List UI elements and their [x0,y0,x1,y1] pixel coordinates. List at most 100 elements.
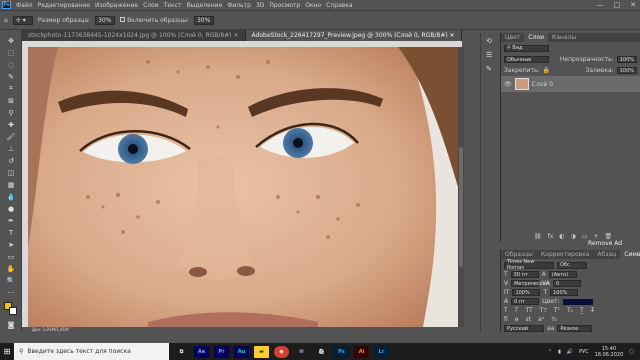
tab-close-icon[interactable]: ✕ [234,32,239,39]
after-effects-icon[interactable]: Ae [194,345,209,358]
text-color-swatch[interactable] [562,298,593,305]
home-icon[interactable]: ⌂ [4,17,8,24]
document-canvas[interactable] [28,47,458,327]
baseline-input[interactable]: 0 пт [511,298,540,305]
all-caps-icon[interactable]: TT [525,307,532,314]
menu-3d[interactable]: 3D [256,2,264,9]
font-family-select[interactable]: Times New Roman [504,259,554,271]
healing-brush-tool-icon[interactable]: ✚ [4,120,18,129]
tab-close-icon[interactable]: ✕ [450,32,455,39]
overlay-label[interactable]: Включить образцы: [120,16,189,24]
task-view-icon[interactable]: ⧉ [174,346,189,358]
close-button[interactable]: ✕ [630,1,636,9]
marquee-tool-icon[interactable]: ⬚ [4,48,18,57]
delete-layer-icon[interactable]: 🗑 [605,233,613,240]
antialias-select[interactable]: Резкое [557,325,593,332]
menu-layers[interactable]: Слои [143,2,159,9]
language-select[interactable]: Русский [504,325,544,332]
network-icon[interactable]: ▮ [558,349,561,355]
faux-bold-icon[interactable]: T [504,307,508,314]
tab-adjustments[interactable]: Корректировка [537,250,594,259]
windows-start-icon[interactable]: ⊞ [0,343,14,360]
mask-icon[interactable]: ◐ [559,233,564,240]
tab-channels[interactable]: Каналы [548,33,580,42]
kerning-select[interactable]: Метрическая [511,280,549,287]
menu-file[interactable]: Файл [16,2,33,9]
maximize-button[interactable]: □ [614,1,621,9]
leading-input[interactable]: (Авто) [548,271,577,278]
quick-select-tool-icon[interactable]: ✎ [4,72,18,81]
chrome-icon[interactable]: ◉ [274,345,289,358]
scrollbar-thumb[interactable] [459,147,463,267]
more-tools-icon[interactable]: ··· [4,288,18,297]
crop-tool-icon[interactable]: ⌗ [4,84,18,93]
path-select-tool-icon[interactable]: ➤ [4,240,18,249]
ordinals-icon[interactable]: aᵃ [538,316,544,323]
faux-italic-icon[interactable]: 𝑇 [515,307,519,315]
layer-row[interactable]: 👁 Слой 0 [501,76,640,92]
menu-help[interactable]: Справка [326,2,352,9]
photoshop-taskbar-icon[interactable]: Ps [334,345,349,358]
move-tool-icon[interactable]: ✥ [4,36,18,45]
menu-window[interactable]: Окно [305,2,321,9]
properties-panel-icon[interactable]: ☰ [486,51,492,59]
vertical-scrollbar[interactable] [458,47,464,327]
taskbar-search[interactable]: ⚲ Введите здесь текст для поиска [14,343,169,360]
gradient-tool-icon[interactable]: ▦ [4,180,18,189]
document-tab[interactable]: stockphoto-1173638445-1024x1024.jpg @ 10… [22,30,246,41]
ligatures-icon[interactable]: fi [504,316,508,323]
tab-paragraph[interactable]: Абзац [594,250,621,259]
quick-mask-icon[interactable]: ◙ [4,320,18,329]
minimize-button[interactable]: — [597,1,604,9]
swash-icon[interactable]: st [525,316,530,323]
menu-type[interactable]: Текст [164,2,182,9]
brush-settings-icon[interactable]: ✎ [486,65,492,73]
brush-tool-icon[interactable]: 🖌 [4,132,18,141]
zoom-tool-icon[interactable]: 🔍 [4,276,18,285]
shape-tool-icon[interactable]: ▭ [4,252,18,261]
hand-tool-icon[interactable]: ✋ [4,264,18,273]
illustrator-icon[interactable]: Ai [354,345,369,358]
tab-character[interactable]: Символ [620,250,640,259]
menu-select[interactable]: Выделение [186,2,222,9]
background-color-swatch[interactable] [9,307,17,315]
layer-filter-select[interactable]: ⚲ Вид [504,44,549,52]
visibility-eye-icon[interactable]: 👁 [504,81,512,88]
frame-tool-icon[interactable]: ⊠ [4,96,18,105]
tracking-input[interactable]: 0 [552,280,581,287]
audition-icon[interactable]: Au [234,345,249,358]
language-indicator[interactable]: РУС [579,349,589,355]
fractions-icon[interactable]: ½ [551,316,557,323]
blend-mode-select[interactable]: Обычные [504,56,549,63]
superscript-icon[interactable]: T¹ [554,307,560,314]
clone-stamp-tool-icon[interactable]: ⊥ [4,144,18,153]
menu-view[interactable]: Просмотр [269,2,300,9]
fill-input[interactable]: 100% [616,67,637,74]
blur-tool-icon[interactable]: 💧 [4,192,18,201]
overlay-select[interactable]: 30% [193,15,214,25]
tool-preset-picker[interactable]: ✛ ▾ [12,15,33,25]
horizontal-scale-input[interactable]: 100% [550,289,579,296]
fx-icon[interactable]: fx [548,233,554,240]
notifications-icon[interactable]: ▢ [629,349,634,355]
clock[interactable]: 15:40 18.06.2020 [595,346,624,358]
font-size-input[interactable]: 30 пт [510,271,539,278]
oldstyle-icon[interactable]: ɵ [515,316,519,323]
eyedropper-tool-icon[interactable]: ⚲ [4,108,18,117]
new-layer-icon[interactable]: + [593,233,598,240]
overlay-checkbox[interactable] [120,16,126,22]
lightroom-icon[interactable]: Lr [374,345,389,358]
tab-swatches[interactable]: Образцы [501,250,537,259]
small-caps-icon[interactable]: Tт [540,307,547,314]
strikethrough-icon[interactable]: T̶ [591,307,595,314]
type-tool-icon[interactable]: T [4,228,18,237]
link-layers-icon[interactable]: ⛓ [534,233,542,240]
tab-layers[interactable]: Слои [524,33,548,42]
lasso-tool-icon[interactable]: ◌ [4,60,18,69]
eraser-tool-icon[interactable]: ◫ [4,168,18,177]
size-select[interactable]: 30% [95,15,116,25]
folder-icon[interactable]: ▭ [582,233,588,240]
vertical-scale-input[interactable]: 100% [512,289,541,296]
menu-edit[interactable]: Редактирование [38,2,90,9]
menu-filter[interactable]: Фильтр [227,2,251,9]
